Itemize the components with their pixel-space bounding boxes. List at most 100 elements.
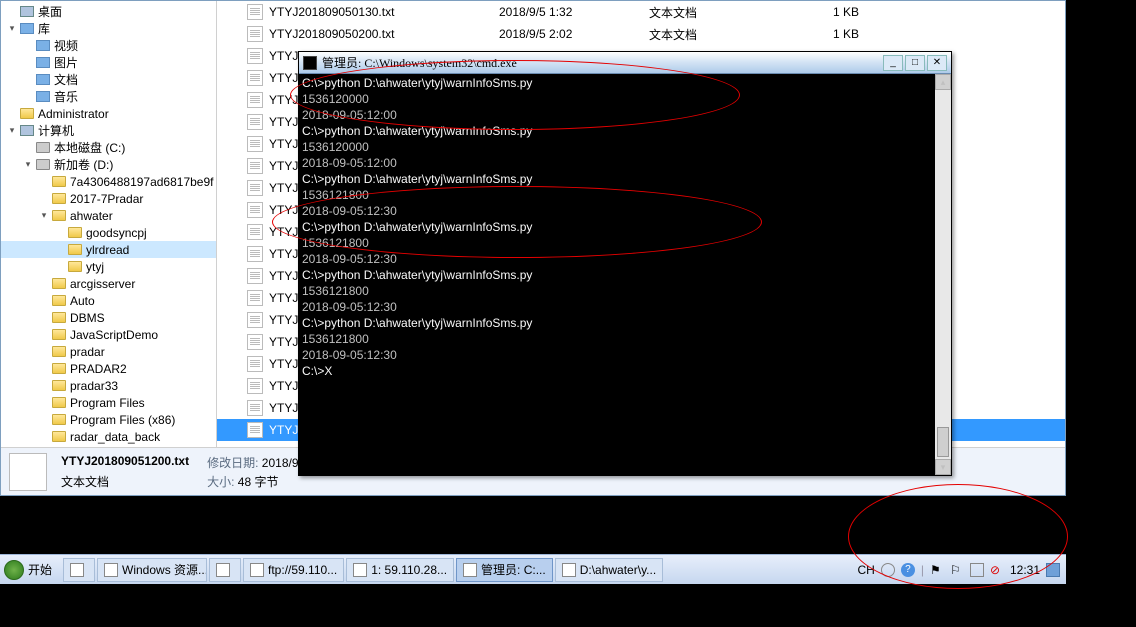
tree-item[interactable]: pradar xyxy=(1,343,216,360)
taskbar-button[interactable] xyxy=(209,558,241,582)
close-button[interactable]: ✕ xyxy=(927,55,947,71)
tree-item[interactable]: ▾ ahwater xyxy=(1,207,216,224)
tree-item[interactable]: 本地磁盘 (C:) xyxy=(1,139,216,156)
tree-item-label: ytyj xyxy=(86,260,104,274)
drive-icon xyxy=(35,141,51,155)
tree-item[interactable]: 桌面 xyxy=(1,3,216,20)
tree-item[interactable]: ytyj xyxy=(1,258,216,275)
cmd-line: 2018-09-05:12:30 xyxy=(302,203,948,219)
system-tray[interactable]: CH ? | ⚑ ⚐ ⊘ 12:31 xyxy=(852,563,1067,577)
cmd-titlebar[interactable]: 管理员: C:\Windows\system32\cmd.exe _ □ ✕ xyxy=(299,52,951,74)
minimize-button[interactable]: _ xyxy=(883,55,903,71)
tree-item[interactable]: arcgisserver xyxy=(1,275,216,292)
tree-item[interactable]: pradar33 xyxy=(1,377,216,394)
taskbar-button[interactable]: ftp://59.110... xyxy=(243,558,344,582)
txt-file-icon xyxy=(247,356,263,372)
tree-item-label: 计算机 xyxy=(38,122,74,139)
language-indicator[interactable]: CH xyxy=(858,563,875,577)
cmd-title-text: 管理员: C:\Windows\system32\cmd.exe xyxy=(322,54,883,71)
tray-network-icon[interactable]: ⚑ xyxy=(930,563,944,577)
file-size: 1 KB xyxy=(799,27,859,41)
tree-item[interactable]: 音乐 xyxy=(1,88,216,105)
tree-item[interactable]: 图片 xyxy=(1,54,216,71)
tree-item-label: 图片 xyxy=(54,54,78,71)
cmd-line: 2018-09-05:12:30 xyxy=(302,347,948,363)
taskbar-button[interactable]: D:\ahwater\y... xyxy=(555,558,663,582)
tray-icon[interactable] xyxy=(881,563,895,577)
folder-icon xyxy=(51,328,67,342)
cmd-line: 2018-09-05:12:00 xyxy=(302,107,948,123)
tree-item[interactable]: Auto xyxy=(1,292,216,309)
taskbar-button-label: 管理员: C:... xyxy=(481,561,546,578)
cmd-output[interactable]: C:\>python D:\ahwater\ytyj\warnInfoSms.p… xyxy=(299,74,951,475)
maximize-button[interactable]: □ xyxy=(905,55,925,71)
start-button[interactable]: 开始 xyxy=(0,556,62,584)
tree-item[interactable]: 2017-7Pradar xyxy=(1,190,216,207)
tree-item[interactable]: 视频 xyxy=(1,37,216,54)
tree-item[interactable]: PRADAR2 xyxy=(1,360,216,377)
txt-file-icon xyxy=(247,422,263,438)
tree-item[interactable]: 7a4306488197ad6817be9f xyxy=(1,173,216,190)
txt-file-icon xyxy=(247,114,263,130)
tree-item-label: ahwater xyxy=(70,209,113,223)
taskbar-button-label: D:\ahwater\y... xyxy=(580,563,656,577)
tree-item[interactable]: 文档 xyxy=(1,71,216,88)
txt-file-icon xyxy=(247,70,263,86)
lib-icon xyxy=(35,90,51,104)
tree-item[interactable]: Program Files xyxy=(1,394,216,411)
folder-icon xyxy=(51,209,67,223)
tree-item-label: 音乐 xyxy=(54,88,78,105)
cmd-line: C:\>python D:\ahwater\ytyj\warnInfoSms.p… xyxy=(302,123,948,139)
tree-item[interactable]: JavaScriptDemo xyxy=(1,326,216,343)
folder-tree[interactable]: 桌面▾库视频图片文档音乐Administrator ▾ 计算机本地磁盘 (C:)▾新… xyxy=(1,1,217,447)
cmd-scrollbar[interactable]: ▴ ▾ xyxy=(935,74,951,475)
file-row[interactable]: YTYJ201809050200.txt2018/9/5 2:02文本文档1 K… xyxy=(217,23,1065,45)
taskbar-button[interactable]: Windows 资源... xyxy=(97,558,207,582)
folder-icon xyxy=(51,362,67,376)
folder-icon xyxy=(51,311,67,325)
tray-clock[interactable]: 12:31 xyxy=(1010,563,1040,577)
tray-show-desktop[interactable] xyxy=(1046,563,1060,577)
tree-arrow-icon[interactable]: ▾ xyxy=(21,159,35,170)
scroll-thumb[interactable] xyxy=(937,427,949,457)
tray-monitor-icon[interactable] xyxy=(970,563,984,577)
tree-item[interactable]: DBMS xyxy=(1,309,216,326)
cmd-line: 2018-09-05:12:30 xyxy=(302,251,948,267)
file-row[interactable]: YTYJ201809050130.txt2018/9/5 1:32文本文档1 K… xyxy=(217,1,1065,23)
scroll-up-button[interactable]: ▴ xyxy=(935,74,951,90)
tree-arrow-icon[interactable]: ▾ xyxy=(37,210,51,221)
cmd-icon xyxy=(303,56,317,70)
details-type: 文本文档 xyxy=(61,473,189,490)
tree-item-label: 本地磁盘 (C:) xyxy=(54,139,125,156)
scroll-down-button[interactable]: ▾ xyxy=(935,459,951,475)
cmd-window[interactable]: 管理员: C:\Windows\system32\cmd.exe _ □ ✕ C… xyxy=(298,51,952,476)
taskbar-button[interactable]: 1: 59.110.28... xyxy=(346,558,454,582)
cmd-line: 2018-09-05:12:00 xyxy=(302,155,948,171)
tree-item[interactable]: ▾ 计算机 xyxy=(1,122,216,139)
tree-item[interactable]: ▾库 xyxy=(1,20,216,37)
app-icon xyxy=(70,563,84,577)
tray-help-icon[interactable]: ? xyxy=(901,563,915,577)
taskbar-button[interactable]: 管理员: C:... xyxy=(456,558,553,582)
folder-icon xyxy=(51,294,67,308)
tray-flag-icon[interactable]: ⚐ xyxy=(950,563,964,577)
tree-item-label: Auto xyxy=(70,294,95,308)
tree-item-label: goodsyncpj xyxy=(86,226,147,240)
txt-file-icon xyxy=(247,158,263,174)
taskbar: 开始 Windows 资源... ftp://59.110...1: 59.110… xyxy=(0,554,1066,584)
folder-icon xyxy=(67,243,83,257)
tree-item[interactable]: Program Files (x86) xyxy=(1,411,216,428)
txt-file-icon xyxy=(247,4,263,20)
lib-icon xyxy=(35,39,51,53)
tree-item[interactable]: goodsyncpj xyxy=(1,224,216,241)
tree-arrow-icon[interactable]: ▾ xyxy=(5,125,19,136)
taskbar-button[interactable] xyxy=(63,558,95,582)
tree-item[interactable]: Administrator xyxy=(1,105,216,122)
txt-file-icon xyxy=(247,202,263,218)
tree-item[interactable]: ylrdread xyxy=(1,241,216,258)
tray-error-icon[interactable]: ⊘ xyxy=(990,563,1004,577)
tree-arrow-icon[interactable]: ▾ xyxy=(5,23,19,34)
tree-item[interactable]: ▾新加卷 (D:) xyxy=(1,156,216,173)
txt-file-icon xyxy=(247,92,263,108)
tree-item[interactable]: radar_data_back xyxy=(1,428,216,445)
